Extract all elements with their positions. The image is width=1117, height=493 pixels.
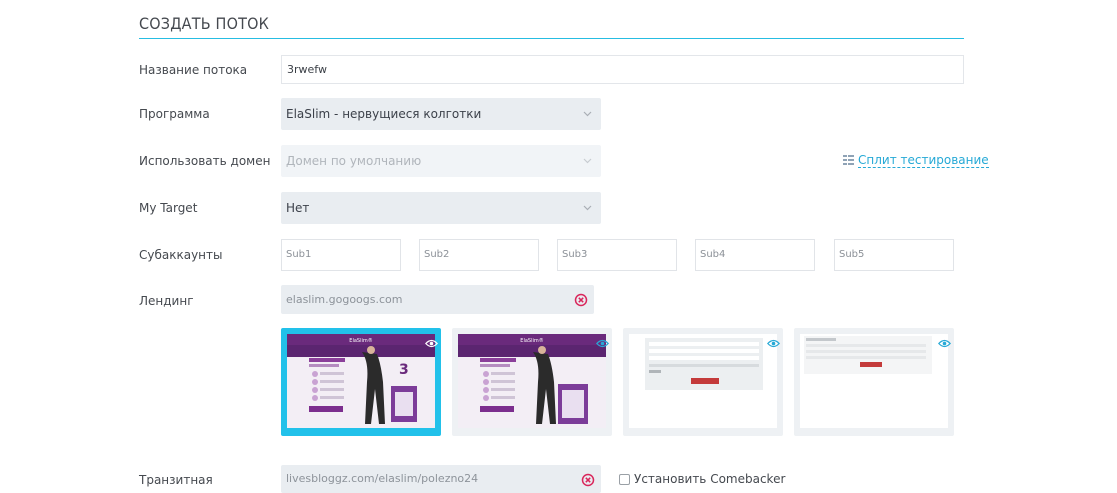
program-label: Программа: [139, 107, 210, 121]
landing-label: Лендинг: [139, 294, 194, 308]
landing-thumbnail-2[interactable]: ElaSlim®: [452, 328, 612, 436]
comebacker-checkbox[interactable]: [619, 474, 630, 485]
chevron-down-icon: [583, 192, 592, 224]
program-select[interactable]: ElaSlim - нервущиеся колготки: [281, 98, 601, 130]
eye-icon[interactable]: [595, 333, 610, 352]
brand-text: ElaSlim®: [349, 337, 372, 344]
transit-label: Транзитная: [139, 473, 213, 487]
page-title: СОЗДАТЬ ПОТОК: [139, 14, 270, 33]
domain-label: Использовать домен: [139, 154, 271, 168]
domain-select-placeholder: Домен по умолчанию: [286, 154, 422, 168]
title-divider: [139, 38, 964, 39]
landing-field: elaslim.gogoogs.com: [281, 285, 594, 314]
my-target-label: My Target: [139, 201, 198, 215]
program-select-value: ElaSlim - нервущиеся колготки: [286, 107, 482, 121]
eye-icon[interactable]: [937, 333, 952, 352]
domain-select[interactable]: Домен по умолчанию: [281, 145, 601, 177]
sub2-input[interactable]: Sub2: [419, 239, 539, 271]
clear-landing-icon[interactable]: [574, 292, 588, 307]
sub1-input[interactable]: Sub1: [281, 239, 401, 271]
split-test-link[interactable]: Сплит тестирование: [843, 153, 989, 168]
landing-thumbnail-4[interactable]: [794, 328, 954, 436]
stream-name-input[interactable]: 3rwefw: [281, 55, 964, 84]
clear-transit-icon[interactable]: [581, 472, 595, 487]
brand-text: ElaSlim®: [520, 337, 543, 344]
subaccounts-label: Субаккаунты: [139, 248, 223, 262]
landing-value: elaslim.gogoogs.com: [286, 293, 403, 306]
my-target-select-value: Нет: [286, 201, 310, 215]
split-grid-icon: [843, 154, 854, 168]
landing-preview-image: [629, 334, 777, 428]
landing-thumbnail-3[interactable]: [623, 328, 783, 436]
eye-icon[interactable]: [424, 333, 439, 352]
landing-thumbnail-1[interactable]: ElaSlim® 3: [281, 328, 441, 436]
comebacker-label[interactable]: Установить Comebacker: [634, 472, 785, 486]
sub4-input[interactable]: Sub4: [695, 239, 815, 271]
stream-name-label: Название потока: [139, 63, 248, 77]
svg-text:3: 3: [399, 362, 409, 378]
transit-field: livesbloggz.com/elaslim/polezno24: [281, 465, 601, 493]
chevron-down-icon: [583, 145, 592, 177]
my-target-select[interactable]: Нет: [281, 192, 601, 224]
landing-preview-image: [800, 334, 948, 428]
sub5-input[interactable]: Sub5: [834, 239, 954, 271]
landing-preview-image: ElaSlim® 3: [287, 334, 435, 428]
split-test-label: Сплит тестирование: [858, 153, 989, 168]
landing-preview-image: ElaSlim®: [458, 334, 606, 428]
transit-value: livesbloggz.com/elaslim/polezno24: [286, 472, 479, 485]
chevron-down-icon: [583, 98, 592, 130]
sub3-input[interactable]: Sub3: [557, 239, 677, 271]
eye-icon[interactable]: [766, 333, 781, 352]
